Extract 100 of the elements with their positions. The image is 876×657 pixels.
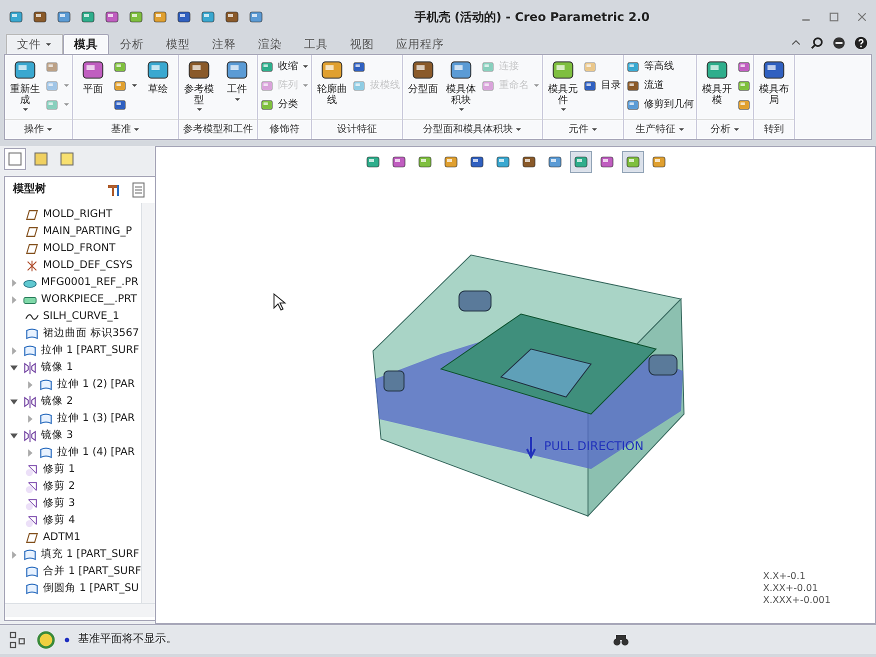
- tree-item[interactable]: MAIN_PARTING_P: [43, 224, 132, 240]
- toolbar-icon[interactable]: [128, 9, 144, 25]
- group-label[interactable]: 基准: [73, 119, 178, 139]
- ribbon-command[interactable]: 重新生成: [7, 57, 43, 113]
- ribbon-command[interactable]: 修剪到几何: [626, 95, 694, 114]
- tree-item[interactable]: MOLD_FRONT: [43, 241, 116, 257]
- ribbon-command[interactable]: 分类: [260, 95, 309, 114]
- ribbon-tab[interactable]: 模具: [63, 34, 109, 54]
- expand-toggle[interactable]: [9, 431, 19, 441]
- expand-toggle[interactable]: [9, 550, 19, 560]
- ribbon-tab[interactable]: 视图: [339, 34, 385, 54]
- vertical-scrollbar[interactable]: [141, 202, 156, 602]
- plane-icon: [25, 242, 39, 256]
- tree-item[interactable]: 填充 1 [PART_SURF: [41, 547, 140, 563]
- surface-icon: [39, 446, 53, 460]
- tool-icon: [626, 78, 640, 92]
- window-title: 手机壳 (活动的) - Creo Parametric 2.0: [413, 9, 651, 26]
- toolbar-icon[interactable]: [152, 9, 168, 25]
- group-label[interactable]: 操作: [5, 119, 72, 139]
- list-icon[interactable]: [131, 182, 148, 198]
- tree-item[interactable]: ADTM1: [43, 530, 80, 546]
- ribbon-tab[interactable]: 模型: [155, 34, 201, 54]
- ribbon-tab[interactable]: 应用程序: [385, 34, 455, 54]
- expand-toggle[interactable]: [9, 346, 19, 356]
- expand-toggle[interactable]: [9, 397, 19, 407]
- group-label[interactable]: 元件: [543, 119, 623, 139]
- ribbon-tab[interactable]: 分析: [109, 34, 155, 54]
- help-icon[interactable]: [854, 36, 868, 50]
- ribbon-command[interactable]: 模具元件: [545, 57, 581, 113]
- group-label: 修饰符: [258, 119, 311, 139]
- tree-item[interactable]: 拉伸 1 (3) [PAR: [57, 411, 135, 427]
- tree-item[interactable]: 修剪 4: [43, 513, 76, 529]
- group-label[interactable]: 分析: [697, 119, 753, 139]
- caret-icon: [196, 106, 202, 113]
- ribbon-command[interactable]: 流道: [626, 76, 694, 95]
- ribbon-command[interactable]: 工件: [219, 57, 255, 102]
- tool-icon: [481, 78, 495, 92]
- ribbon-command[interactable]: 分型面: [405, 57, 441, 96]
- tree-item[interactable]: SILH_CURVE_1: [43, 309, 120, 325]
- expand-toggle[interactable]: [9, 278, 19, 288]
- tree-item[interactable]: 镜像 1: [41, 360, 74, 376]
- ribbon-command[interactable]: 草绘: [140, 57, 176, 96]
- tree-item[interactable]: 修剪 1: [43, 462, 76, 478]
- ribbon-command[interactable]: 参考模型: [181, 57, 217, 113]
- tool-icon: [260, 78, 274, 92]
- tree-item[interactable]: 裙边曲面 标识3567: [43, 326, 140, 342]
- navigator-tab[interactable]: [4, 148, 26, 170]
- ribbon-command[interactable]: 模具开模: [699, 57, 735, 106]
- tool-icon: [583, 60, 597, 74]
- toolbar-icon[interactable]: [104, 9, 120, 25]
- tool-icon: [260, 98, 274, 112]
- ribbon-command[interactable]: 模具体积块: [443, 57, 479, 113]
- toolbar-icon[interactable]: [248, 9, 264, 25]
- ribbon-tab[interactable]: 注释: [201, 34, 247, 54]
- tree-item[interactable]: 镜像 3: [41, 428, 74, 444]
- group-label[interactable]: 分型面和模具体积块: [403, 119, 542, 139]
- expand-toggle[interactable]: [9, 363, 19, 373]
- horizontal-scrollbar[interactable]: [5, 602, 156, 616]
- tree-item[interactable]: 拉伸 1 (2) [PAR: [57, 377, 135, 393]
- expand-toggle[interactable]: [9, 295, 19, 305]
- ribbon-command[interactable]: 模具布局: [756, 57, 792, 106]
- tree-item[interactable]: MOLD_DEF_CSYS: [43, 258, 133, 274]
- tree-item[interactable]: MFG0001_REF_.PR: [41, 275, 138, 291]
- tree-item[interactable]: 拉伸 1 [PART_SURF: [41, 343, 140, 359]
- expand-toggle[interactable]: [25, 380, 35, 390]
- ribbon-tab[interactable]: 渲染: [247, 34, 293, 54]
- toolbar-icon[interactable]: [176, 9, 192, 25]
- tool-icon: [113, 78, 127, 92]
- ribbon-command[interactable]: 等高线: [626, 57, 694, 76]
- toolbar-icon[interactable]: [224, 9, 240, 25]
- tree-item[interactable]: MOLD_RIGHT: [43, 207, 112, 223]
- view-tool[interactable]: [570, 151, 592, 173]
- tree-item[interactable]: 倒圆角 1 [PART_SU: [43, 581, 139, 597]
- tree-item[interactable]: 镜像 2: [41, 394, 74, 410]
- toolbar-icon[interactable]: [200, 9, 216, 25]
- ribbon-command[interactable]: 收缩: [260, 57, 309, 76]
- toolbar-icon[interactable]: [80, 9, 96, 25]
- toolbar-icon[interactable]: [32, 9, 48, 25]
- ribbon-command[interactable]: 平面: [75, 57, 111, 96]
- tree-item[interactable]: 修剪 3: [43, 496, 76, 512]
- close-icon[interactable]: [856, 11, 868, 23]
- tree-item[interactable]: 修剪 2: [43, 479, 76, 495]
- group-label[interactable]: 生产特征: [624, 119, 696, 139]
- view-tool[interactable]: [622, 151, 644, 173]
- tool-icon: [45, 98, 59, 112]
- file-menu[interactable]: 文件: [6, 34, 63, 54]
- expand-toggle[interactable]: [25, 448, 35, 458]
- ribbon-command[interactable]: 目录: [583, 76, 621, 95]
- search-icon[interactable]: [810, 36, 824, 50]
- toolbar-icon[interactable]: [56, 9, 72, 25]
- tree-item[interactable]: WORKPIECE__.PRT: [41, 292, 137, 308]
- tree-item[interactable]: 合并 1 [PART_SURF: [43, 564, 142, 580]
- expand-toggle[interactable]: [25, 414, 35, 424]
- caret-icon: [133, 126, 140, 133]
- toolbar-icon[interactable]: [8, 9, 24, 25]
- ribbon-command[interactable]: 轮廓曲线: [314, 57, 350, 106]
- tree-item[interactable]: 拉伸 1 (4) [PAR: [57, 445, 135, 461]
- tool-icon: [468, 154, 484, 170]
- maximize-icon[interactable]: [828, 11, 840, 23]
- ribbon-tab[interactable]: 工具: [293, 34, 339, 54]
